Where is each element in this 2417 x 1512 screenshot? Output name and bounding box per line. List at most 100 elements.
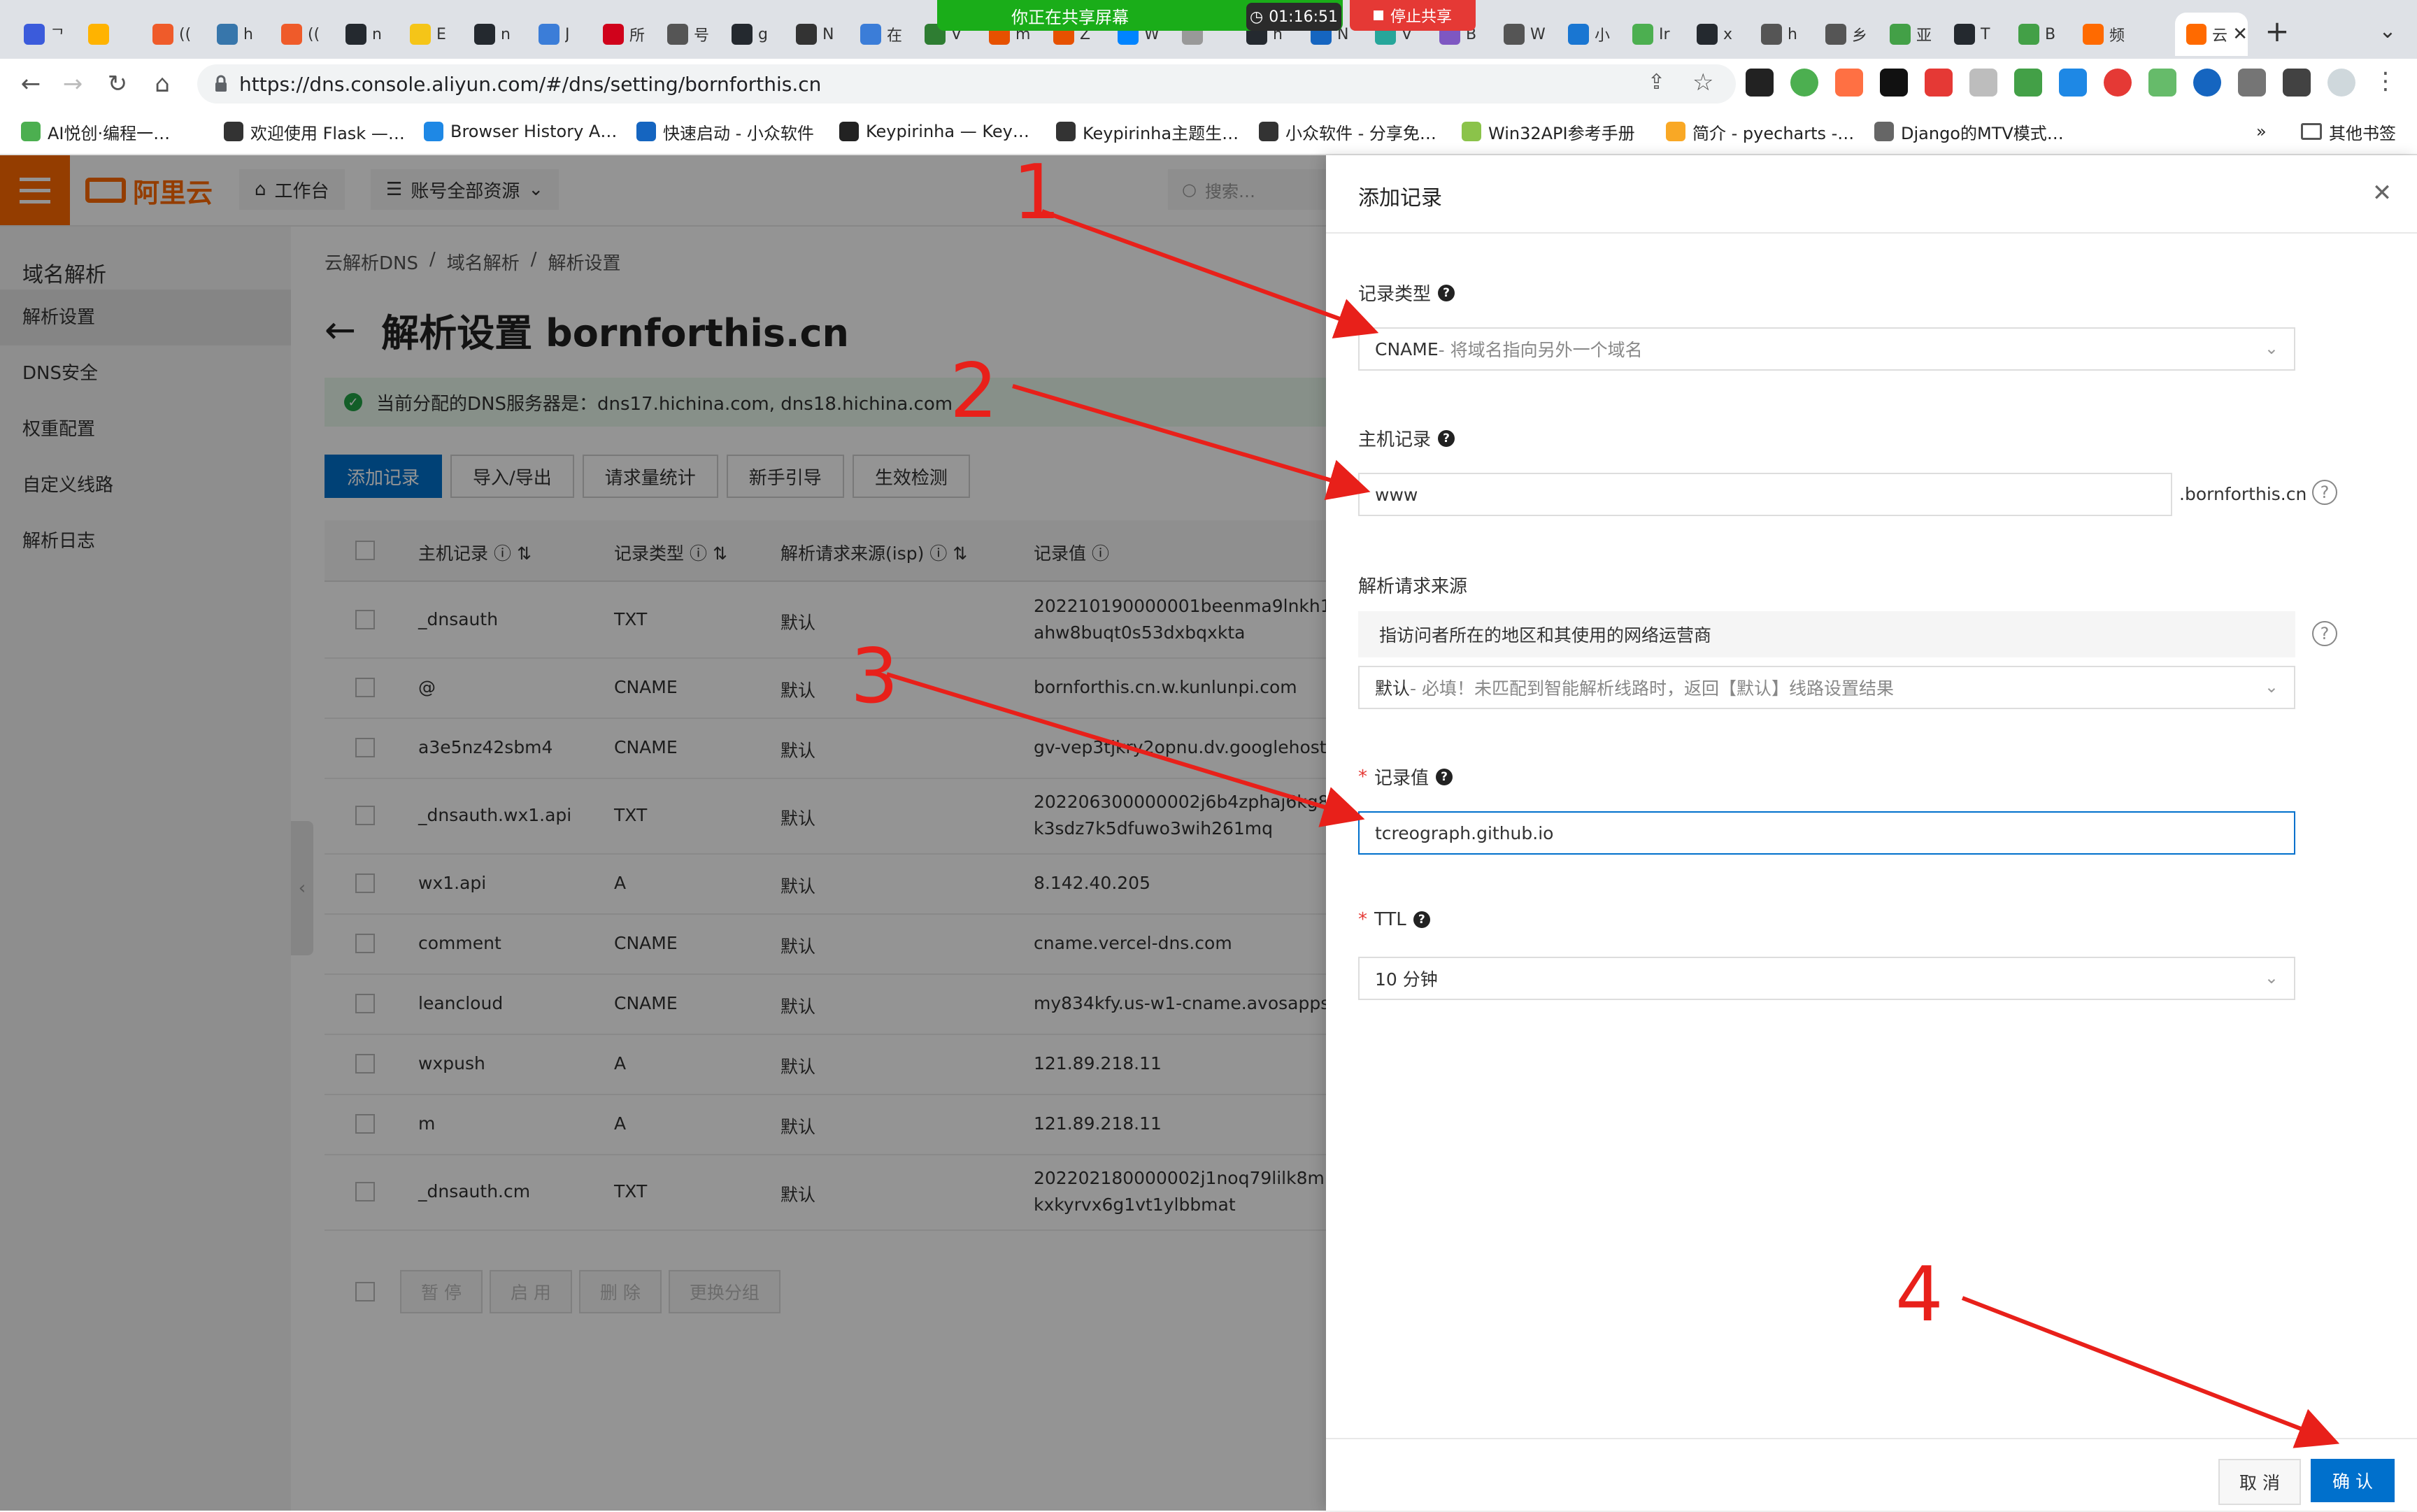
browser-tab[interactable] xyxy=(77,13,141,56)
bookmark-item[interactable]: 简介 - pyecharts -… xyxy=(1666,119,1854,144)
bookmark-star-icon[interactable]: ☆ xyxy=(1692,69,1713,97)
browser-tab[interactable]: x xyxy=(1685,13,1750,56)
source-select[interactable]: 默认 - 必填！未匹配到智能解析线路时，返回【默认】线路设置结果 ⌄ xyxy=(1358,666,2295,709)
tab-favicon-icon xyxy=(474,24,495,45)
browser-tab[interactable]: 所 xyxy=(592,13,656,56)
confirm-button[interactable]: 确 认 xyxy=(2311,1459,2395,1502)
browser-tab[interactable]: W xyxy=(1492,13,1557,56)
browser-tab[interactable]: 在 xyxy=(849,13,913,56)
question-icon[interactable]: ? xyxy=(1438,284,1455,301)
other-bookmarks[interactable]: 其他书签 xyxy=(2301,119,2396,144)
color-extension-icon[interactable] xyxy=(1835,69,1863,97)
forward-arrow-icon[interactable]: → xyxy=(57,69,88,99)
browser-tab[interactable]: 亚 xyxy=(1878,13,1943,56)
browser-tab[interactable]: Ir xyxy=(1621,13,1685,56)
close-icon[interactable]: ✕ xyxy=(2365,176,2399,210)
home-icon[interactable]: ⌂ xyxy=(147,69,178,99)
fe-extension-icon[interactable] xyxy=(1925,69,1953,97)
required-mark: * xyxy=(1358,909,1367,930)
folder-icon xyxy=(2301,123,2322,140)
avatar[interactable] xyxy=(2327,69,2355,97)
browser-tab[interactable]: 频 xyxy=(2072,13,2136,56)
puzzle-extensions-icon[interactable] xyxy=(2238,69,2266,97)
record-type-select[interactable]: CNAME - 将域名指向另外一个域名 ⌄ xyxy=(1358,327,2295,371)
tab-label: B xyxy=(2045,25,2056,43)
glasses-extension-icon[interactable] xyxy=(1880,69,1908,97)
tab-favicon-icon xyxy=(217,24,238,45)
bookmark-item[interactable]: Browser History A… xyxy=(424,119,617,144)
tab-active[interactable]: 云 ✕ xyxy=(2175,13,2248,56)
bookmark-label: 简介 - pyecharts -… xyxy=(1692,123,1855,143)
browser-tab[interactable]: 乡 xyxy=(1814,13,1878,56)
bookmark-item[interactable]: Django的MTV模式… xyxy=(1874,119,2064,144)
browser-tab[interactable]: E xyxy=(399,13,463,56)
browser-tab[interactable]: 号 xyxy=(656,13,720,56)
bookmark-item[interactable]: 小众软件 - 分享免… xyxy=(1259,119,1436,144)
bookmark-item[interactable]: 欢迎使用 Flask —… xyxy=(224,119,405,144)
tab-favicon-icon xyxy=(88,24,109,45)
browser-tab[interactable]: h xyxy=(1750,13,1814,56)
browser-tab[interactable]: B xyxy=(2007,13,2072,56)
x-extension-icon[interactable] xyxy=(1746,69,1774,97)
lock-icon[interactable] xyxy=(211,74,231,94)
question-icon[interactable]: ? xyxy=(1438,429,1455,447)
bookmark-item[interactable]: Win32API参考手册 xyxy=(1462,119,1635,144)
camera-extension-icon[interactable] xyxy=(1969,69,1997,97)
bookmark-favicon-icon xyxy=(636,122,656,141)
new-tab-button[interactable]: + xyxy=(2260,15,2294,49)
close-tab-icon[interactable]: ✕ xyxy=(2232,24,2248,45)
browser-tab[interactable]: J xyxy=(527,13,592,56)
host-input[interactable]: www xyxy=(1358,473,2172,516)
browser-tab[interactable]: (( xyxy=(141,13,206,56)
bookmark-label: 快速启动 - 小众软件 xyxy=(663,123,814,143)
tab-label: n xyxy=(501,25,511,43)
record-value-input[interactable]: tcreograph.github.io xyxy=(1358,811,2295,855)
bookmark-favicon-icon xyxy=(224,122,243,141)
bookmark-item[interactable]: Keypirinha — Key… xyxy=(839,119,1029,144)
share-page-icon[interactable]: ⇪ xyxy=(1648,70,1665,94)
browser-tab[interactable]: n xyxy=(463,13,527,56)
browser-tab[interactable]: (( xyxy=(270,13,334,56)
browser-tab[interactable]: ᄀ xyxy=(13,13,77,56)
ttl-select[interactable]: 10 分钟 ⌄ xyxy=(1358,957,2295,1000)
browser-tab[interactable]: n xyxy=(334,13,399,56)
bird-extension-icon[interactable] xyxy=(2059,69,2087,97)
bookmark-item[interactable]: Keypirinha主题生… xyxy=(1056,119,1239,144)
reload-icon[interactable]: ↻ xyxy=(102,69,133,99)
browser-tab[interactable]: T xyxy=(1943,13,2007,56)
side-panel-icon[interactable] xyxy=(2283,69,2311,97)
tab-search-chevron-icon[interactable]: ⌄ xyxy=(2371,15,2404,49)
red-extension-icon[interactable] xyxy=(2104,69,2132,97)
check-extension-icon[interactable] xyxy=(2148,69,2176,97)
tab-favicon-icon xyxy=(732,24,753,45)
bookmark-item[interactable]: 快速启动 - 小众软件 xyxy=(636,119,814,144)
tab-label: J xyxy=(565,25,570,43)
n-extension-icon[interactable] xyxy=(1790,69,1818,97)
tab-favicon-icon xyxy=(24,24,45,45)
browser-tab[interactable]: 小 xyxy=(1557,13,1621,56)
tab-label: 乡 xyxy=(1852,27,1868,45)
tab-label: T xyxy=(1981,25,1990,43)
back-arrow-icon[interactable]: ← xyxy=(15,69,46,99)
field-label-text: TTL xyxy=(1374,909,1406,930)
kebab-menu-icon[interactable]: ⋮ xyxy=(2374,67,2397,95)
bookmark-favicon-icon xyxy=(1874,122,1894,141)
question-icon[interactable]: ? xyxy=(1413,911,1430,928)
tab-favicon-icon xyxy=(796,24,817,45)
modal-backdrop[interactable] xyxy=(0,155,1326,1511)
help-circle-icon[interactable]: ? xyxy=(2312,480,2337,505)
help-circle-icon[interactable]: ? xyxy=(2312,621,2337,646)
triangle-extension-icon[interactable] xyxy=(2193,69,2221,97)
on-extension-icon[interactable] xyxy=(2014,69,2042,97)
bookmarks-overflow-chevron-icon[interactable]: » xyxy=(2256,119,2267,144)
screen-share-text: 你正在共享屏幕 xyxy=(1011,7,1129,27)
stop-share-button[interactable]: 停止共享 xyxy=(1350,0,1476,31)
browser-tab[interactable]: g xyxy=(720,13,785,56)
question-icon[interactable]: ? xyxy=(1436,768,1453,785)
tab-favicon-icon xyxy=(860,24,881,45)
bookmark-item[interactable]: AI悦创·编程一… xyxy=(21,119,170,144)
address-bar[interactable]: https://dns.console.aliyun.com/#/dns/set… xyxy=(197,64,1736,104)
browser-tab[interactable]: N xyxy=(785,13,849,56)
browser-tab[interactable]: h xyxy=(206,13,270,56)
cancel-button[interactable]: 取 消 xyxy=(2218,1459,2301,1505)
